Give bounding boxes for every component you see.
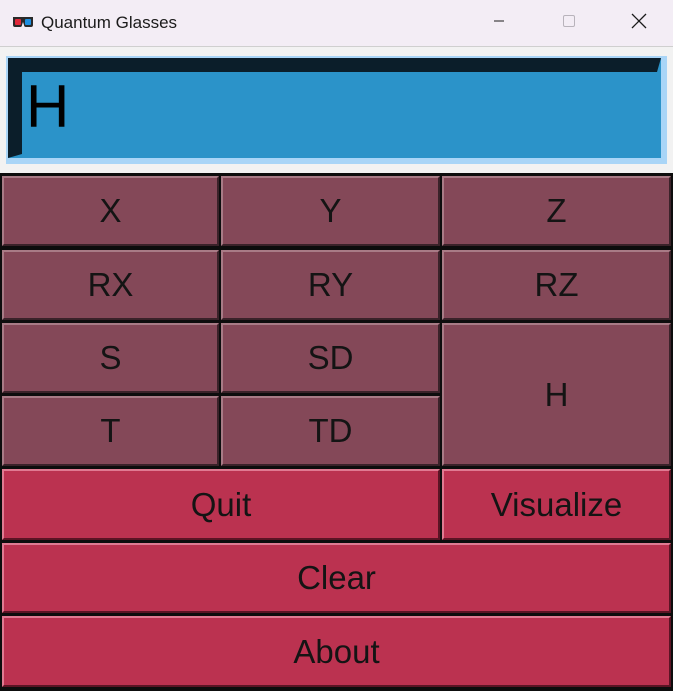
title-bar[interactable]: Quantum Glasses: [0, 0, 673, 46]
gate-rz-button[interactable]: RZ: [442, 250, 671, 320]
minimize-icon: [493, 14, 505, 32]
close-button[interactable]: [604, 0, 673, 46]
quit-button[interactable]: Quit: [2, 469, 440, 540]
display-panel: H: [0, 46, 673, 173]
3d-glasses-icon: [12, 15, 34, 29]
app-window: Quantum Glasses H X Y Z RX RY RZ S SD H …: [0, 0, 673, 691]
gate-h-button[interactable]: H: [442, 323, 671, 466]
button-grid: X Y Z RX RY RZ S SD H T TD Quit Visualiz…: [0, 173, 673, 691]
gate-z-button[interactable]: Z: [442, 176, 671, 246]
gate-ry-button[interactable]: RY: [221, 250, 440, 320]
gate-s-button[interactable]: S: [2, 323, 219, 393]
gate-rx-button[interactable]: RX: [2, 250, 219, 320]
close-icon: [631, 13, 647, 34]
window-title: Quantum Glasses: [41, 13, 178, 32]
clear-button[interactable]: Clear: [2, 543, 671, 613]
display-value: H: [26, 73, 70, 140]
gate-x-button[interactable]: X: [2, 176, 219, 246]
gate-y-button[interactable]: Y: [221, 176, 440, 246]
minimize-button[interactable]: [464, 0, 534, 46]
gate-td-button[interactable]: TD: [221, 396, 440, 466]
gate-sd-button[interactable]: SD: [221, 323, 440, 393]
display-field[interactable]: [8, 58, 661, 158]
visualize-button[interactable]: Visualize: [442, 469, 671, 540]
gate-t-button[interactable]: T: [2, 396, 219, 466]
about-button[interactable]: About: [2, 616, 671, 687]
maximize-button[interactable]: [534, 0, 604, 46]
display-border: H: [6, 56, 667, 164]
maximize-icon: [562, 14, 576, 33]
